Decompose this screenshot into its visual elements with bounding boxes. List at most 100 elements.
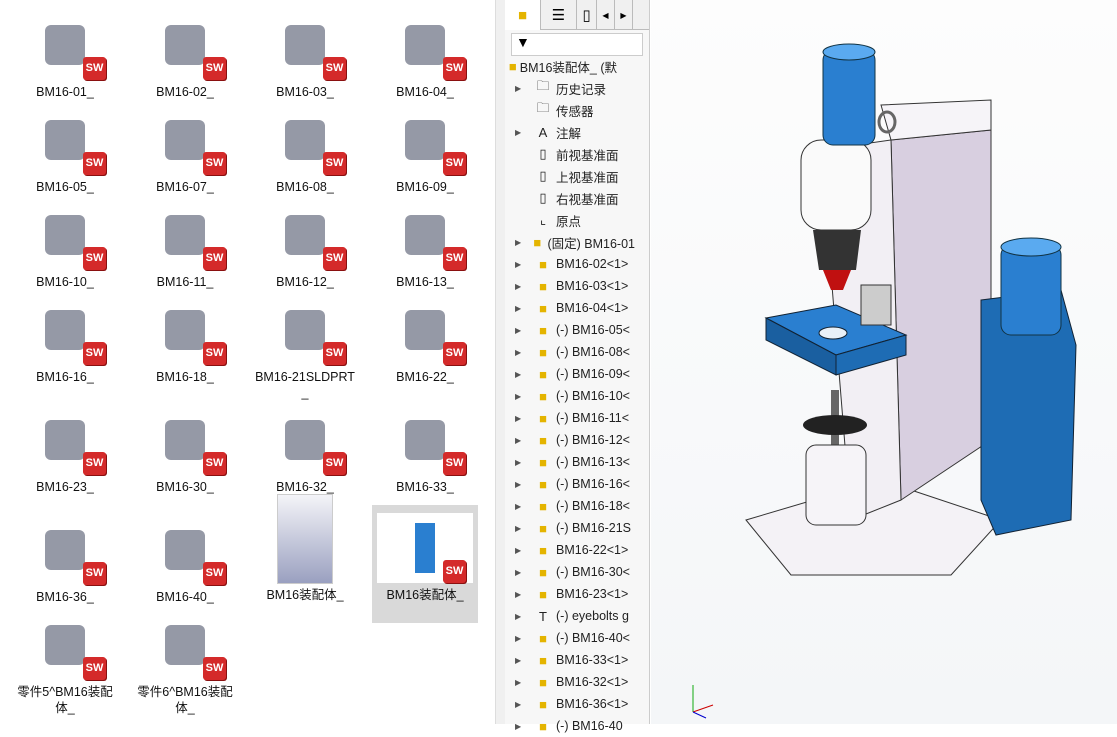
file-name: BM16-13_ [396,275,454,289]
file-name: BM16-02_ [156,85,214,99]
expand-arrow-icon[interactable]: ▶ [515,700,525,709]
file-item[interactable]: SW BM16-16_ [12,295,118,385]
tree-item[interactable]: ▶ ■ (-) BM16-40 [505,715,635,737]
expand-arrow-icon[interactable]: ▶ [515,238,522,247]
tree-item[interactable]: ▶ ■ (-) BM16-12< [505,429,635,451]
file-name: BM16-09_ [396,180,454,194]
tree-item[interactable]: ▶ ■ (固定) BM16-01 [505,231,635,253]
file-item[interactable]: SW BM16-18_ [132,295,238,385]
file-item[interactable]: SW BM16-22_ [372,295,478,385]
expand-arrow-icon[interactable]: ▶ [515,722,525,731]
file-item[interactable]: SW BM16-40_ [132,515,238,605]
expand-arrow-icon[interactable]: ▶ [515,502,525,511]
file-item[interactable]: SW BM16-12_ [252,200,358,290]
tree-item[interactable]: ▶ ■ BM16-22<1> [505,539,635,561]
tab-feature-manager[interactable]: ■ [505,0,541,30]
tree-item[interactable]: ▶ 🗀 历史记录 [505,77,635,99]
file-item[interactable]: SW BM16-33_ [372,405,478,495]
tree-item[interactable]: ▶ ■ (-) BM16-13< [505,451,635,473]
file-item[interactable]: SW BM16-03_ [252,10,358,100]
expand-arrow-icon[interactable]: ▶ [515,84,525,93]
tree-item[interactable]: ▶ ■ (-) BM16-10< [505,385,635,407]
file-item[interactable]: SW BM16装配体_ [372,505,478,623]
file-item[interactable]: SW 零件5^BM16装配体_ [12,610,118,716]
expand-arrow-icon[interactable]: ▶ [515,480,525,489]
expand-arrow-icon[interactable]: ▶ [515,524,525,533]
tree-item[interactable]: ▶ ■ (-) BM16-08< [505,341,635,363]
expand-arrow-icon[interactable]: ▶ [515,128,525,137]
tree-item[interactable]: ▶ ■ BM16-36<1> [505,693,635,715]
tree-item[interactable]: ▶ ■ BM16-03<1> [505,275,635,297]
panel-splitter[interactable] [495,0,505,724]
tree-item[interactable]: ▶ ■ (-) BM16-18< [505,495,635,517]
expand-arrow-icon[interactable]: ▶ [515,260,525,269]
file-item[interactable]: SW BM16-01_ [12,10,118,100]
expand-arrow-icon[interactable]: ▶ [515,348,525,357]
expand-arrow-icon[interactable]: ▶ [515,326,525,335]
expand-arrow-icon[interactable]: ▶ [515,458,525,467]
tree-item-label: BM16-23<1> [556,587,629,601]
solidworks-icon: SW [203,247,226,270]
tree-item[interactable]: ⌞ 原点 [505,209,635,231]
solidworks-icon: SW [323,57,346,80]
file-name: 零件6^BM16装配体_ [137,685,233,715]
expand-arrow-icon[interactable]: ▶ [515,370,525,379]
tree-item[interactable]: 🗀 传感器 [505,99,635,121]
tree-item[interactable]: ▶ ■ (-) BM16-11< [505,407,635,429]
tree-item[interactable]: ▯ 右视基准面 [505,187,635,209]
tree-item[interactable]: ▯ 前视基准面 [505,143,635,165]
tree-item[interactable]: ▶ A 注解 [505,121,635,143]
file-item[interactable]: SW BM16-07_ [132,105,238,195]
file-item[interactable]: SW BM16-02_ [132,10,238,100]
expand-arrow-icon[interactable]: ▶ [515,392,525,401]
tree-item[interactable]: ▶ ■ BM16-04<1> [505,297,635,319]
expand-arrow-icon[interactable]: ▶ [515,656,525,665]
part-icon: ■ [539,300,547,316]
scroll-right-button[interactable]: ▶ [615,0,633,30]
expand-arrow-icon[interactable]: ▶ [515,546,525,555]
tree-item[interactable]: ▯ 上视基准面 [505,165,635,187]
file-item[interactable]: SW BM16-05_ [12,105,118,195]
tree-item[interactable]: ▶ ■ BM16-32<1> [505,671,635,693]
file-item[interactable]: SW BM16-08_ [252,105,358,195]
tree-item-label: (-) BM16-05< [556,323,630,337]
expand-arrow-icon[interactable]: ▶ [515,590,525,599]
file-item[interactable]: SW BM16-10_ [12,200,118,290]
file-item[interactable]: SW BM16-04_ [372,10,478,100]
tab-config-manager[interactable]: ▯ [577,0,597,30]
tree-item[interactable]: ▶ ■ BM16-23<1> [505,583,635,605]
file-item[interactable]: SW BM16-21SLDPRT_ [252,295,358,401]
file-item[interactable]: SW BM16-11_ [132,200,238,290]
expand-arrow-icon[interactable]: ▶ [515,414,525,423]
tab-property-manager[interactable]: ☰ [541,0,577,30]
expand-arrow-icon[interactable]: ▶ [515,436,525,445]
tree-item[interactable]: ▶ ■ (-) BM16-30< [505,561,635,583]
tree-item[interactable]: ■ BM16装配体_ (默 [487,55,617,77]
expand-arrow-icon[interactable]: ▶ [515,678,525,687]
tree-item[interactable]: ▶ ■ BM16-02<1> [505,253,635,275]
filter-button[interactable]: ▼ [511,33,643,56]
tree-item[interactable]: ▶ T (-) eyebolts g [505,605,635,627]
file-item[interactable]: BM16装配体_ [252,494,358,623]
expand-arrow-icon[interactable]: ▶ [515,304,525,313]
expand-arrow-icon[interactable]: ▶ [515,282,525,291]
tree-item[interactable]: ▶ ■ (-) BM16-16< [505,473,635,495]
tree-item[interactable]: ▶ ■ (-) BM16-09< [505,363,635,385]
file-item[interactable]: SW BM16-32_ [252,405,358,495]
file-item[interactable]: SW BM16-30_ [132,405,238,495]
file-item[interactable]: SW BM16-36_ [12,515,118,605]
scroll-left-button[interactable]: ◀ [597,0,615,30]
file-item[interactable]: SW BM16-13_ [372,200,478,290]
expand-arrow-icon[interactable]: ▶ [515,568,525,577]
tree-item[interactable]: ▶ ■ (-) BM16-05< [505,319,635,341]
file-item[interactable]: SW BM16-23_ [12,405,118,495]
tree-item[interactable]: ▶ ■ (-) BM16-21S [505,517,635,539]
file-item[interactable]: SW BM16-09_ [372,105,478,195]
solidworks-icon: SW [83,342,106,365]
3d-viewport[interactable] [651,0,1117,724]
file-item[interactable]: SW 零件6^BM16装配体_ [132,610,238,716]
expand-arrow-icon[interactable]: ▶ [515,634,525,643]
expand-arrow-icon[interactable]: ▶ [515,612,525,621]
tree-item[interactable]: ▶ ■ BM16-33<1> [505,649,635,671]
tree-item[interactable]: ▶ ■ (-) BM16-40< [505,627,635,649]
